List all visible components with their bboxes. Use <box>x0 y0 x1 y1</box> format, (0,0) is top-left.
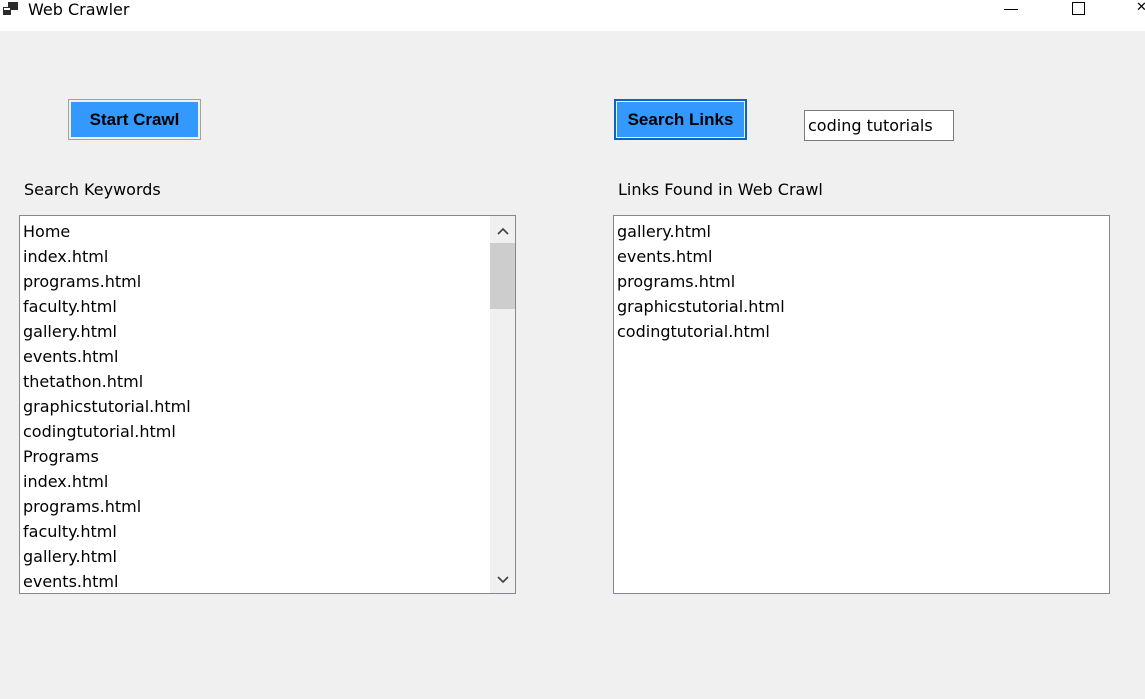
keywords-listbox[interactable]: Home index.html programs.html faculty.html g… <box>19 215 516 594</box>
search-query-input[interactable] <box>804 110 954 141</box>
list-item[interactable]: gallery.html <box>23 319 191 344</box>
list-item[interactable]: programs.html <box>617 269 785 294</box>
links-items: gallery.html events.html programs.html grap… <box>617 219 785 344</box>
list-item[interactable]: events.html <box>617 244 785 269</box>
list-item[interactable]: graphicstutorial.html <box>617 294 785 319</box>
links-listbox[interactable]: gallery.html events.html programs.html grap… <box>613 215 1110 594</box>
list-item[interactable]: programs.html <box>23 494 191 519</box>
list-item[interactable]: faculty.html <box>23 294 191 319</box>
minimize-button[interactable] <box>988 0 1034 22</box>
close-icon: ✕ <box>1136 0 1145 15</box>
list-item[interactable]: Programs <box>23 444 191 469</box>
list-item[interactable]: programs.html <box>23 269 191 294</box>
search-keywords-label: Search Keywords <box>24 180 161 199</box>
list-item[interactable]: events.html <box>23 569 191 593</box>
list-item[interactable]: graphicstutorial.html <box>23 394 191 419</box>
keywords-items: Home index.html programs.html faculty.html g… <box>23 219 191 593</box>
list-item[interactable]: faculty.html <box>23 519 191 544</box>
list-item[interactable]: codingtutorial.html <box>23 419 191 444</box>
list-item[interactable]: Home <box>23 219 191 244</box>
maximize-icon <box>1072 2 1085 15</box>
scrollbar-thumb[interactable] <box>490 243 515 309</box>
minimize-icon <box>1004 9 1018 10</box>
chevron-up-icon[interactable] <box>490 218 515 243</box>
search-links-button[interactable]: Search Links <box>614 99 747 140</box>
start-crawl-button[interactable]: Start Crawl <box>68 99 201 140</box>
links-found-label: Links Found in Web Crawl <box>618 180 823 199</box>
keywords-scrollbar[interactable] <box>490 216 515 593</box>
list-item[interactable]: codingtutorial.html <box>617 319 785 344</box>
list-item[interactable]: gallery.html <box>23 544 191 569</box>
list-item[interactable]: events.html <box>23 344 191 369</box>
list-item[interactable]: gallery.html <box>617 219 785 244</box>
app-window-icon <box>3 2 18 15</box>
list-item[interactable]: index.html <box>23 469 191 494</box>
chevron-down-icon[interactable] <box>490 567 515 592</box>
list-item[interactable]: thetathon.html <box>23 369 191 394</box>
list-item[interactable]: index.html <box>23 244 191 269</box>
window-title: Web Crawler <box>28 0 130 19</box>
title-bar: Web Crawler ✕ <box>0 0 1145 31</box>
maximize-button[interactable] <box>1056 0 1102 22</box>
close-button[interactable]: ✕ <box>1130 0 1145 22</box>
